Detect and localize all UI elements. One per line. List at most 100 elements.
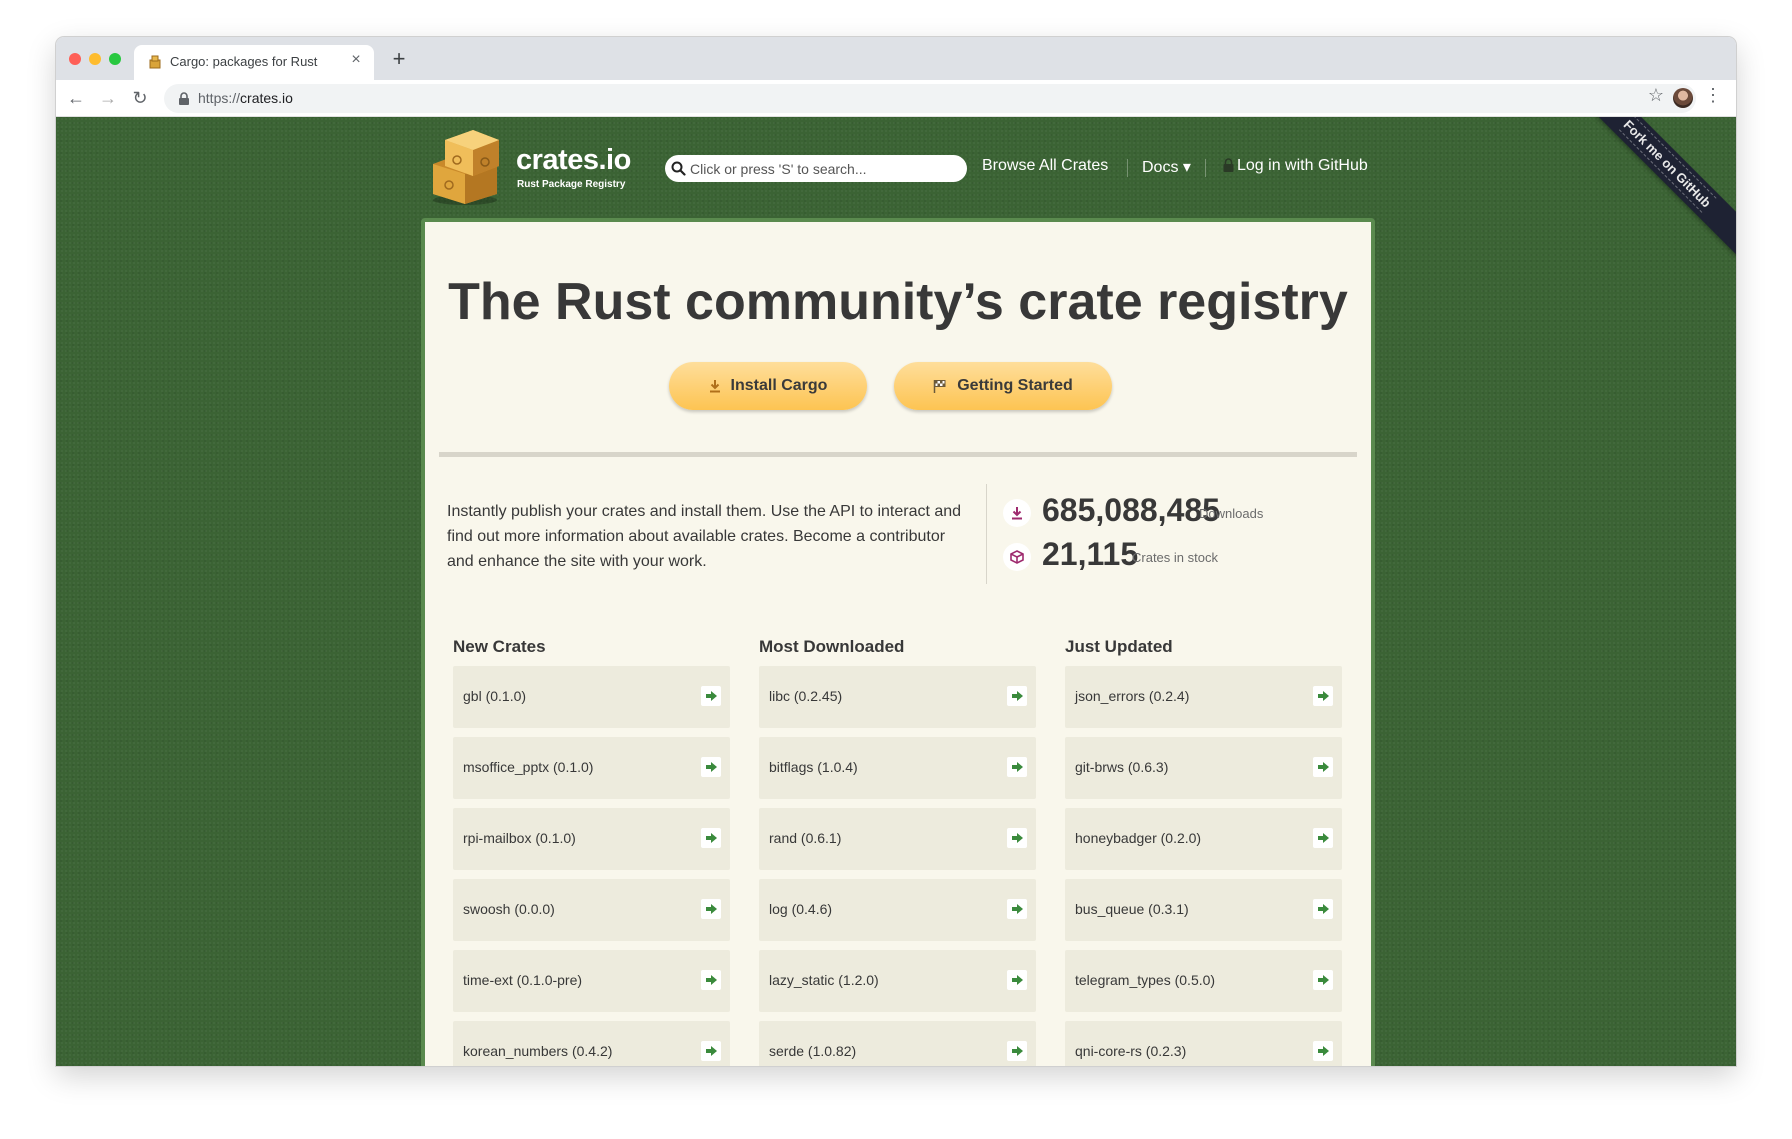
crate-favicon-icon bbox=[149, 55, 161, 69]
lock-icon bbox=[179, 92, 189, 105]
fork-me-ribbon[interactable]: Fork me on GitHub bbox=[1575, 117, 1736, 256]
browse-all-crates-link[interactable]: Browse All Crates bbox=[982, 157, 1108, 175]
crate-list-item[interactable]: rand (0.6.1) bbox=[759, 808, 1036, 870]
hero-title: The Rust community’s crate registry bbox=[448, 273, 1348, 331]
crate-name: time-ext (0.1.0-pre) bbox=[463, 972, 583, 988]
new-tab-button[interactable]: + bbox=[386, 46, 412, 72]
hero-divider bbox=[439, 452, 1357, 457]
downloads-icon bbox=[1003, 499, 1031, 527]
downloads-count: 685,088,485 bbox=[1042, 492, 1220, 528]
arrow-right-icon bbox=[1313, 828, 1333, 848]
crate-name: rand (0.6.1) bbox=[769, 830, 842, 846]
nav-separator bbox=[1205, 159, 1206, 177]
tab-close-icon[interactable]: × bbox=[346, 51, 366, 69]
crate-name: msoffice_pptx (0.1.0) bbox=[463, 759, 594, 775]
getting-started-button[interactable]: Getting Started bbox=[894, 362, 1112, 410]
downloads-label: Downloads bbox=[1199, 506, 1264, 521]
crate-list-item[interactable]: json_errors (0.2.4) bbox=[1065, 666, 1342, 728]
main-panel: The Rust community’s crate registry Inst… bbox=[421, 218, 1375, 1066]
crate-name: gbl (0.1.0) bbox=[463, 688, 527, 704]
crate-name: telegram_types (0.5.0) bbox=[1075, 972, 1216, 988]
arrow-right-icon bbox=[701, 757, 721, 777]
search-input[interactable] bbox=[690, 159, 960, 178]
crate-list-item[interactable]: qni-core-rs (0.2.3) bbox=[1065, 1021, 1342, 1066]
crate-name: json_errors (0.2.4) bbox=[1075, 688, 1190, 704]
crate-list-item[interactable]: korean_numbers (0.4.2) bbox=[453, 1021, 730, 1066]
crate-list-item[interactable]: swoosh (0.0.0) bbox=[453, 879, 730, 941]
crate-list-item[interactable]: gbl (0.1.0) bbox=[453, 666, 730, 728]
arrow-right-icon bbox=[701, 1041, 721, 1061]
arrow-right-icon bbox=[701, 970, 721, 990]
crate-name: korean_numbers (0.4.2) bbox=[463, 1043, 613, 1059]
crate-list-item[interactable]: rpi-mailbox (0.1.0) bbox=[453, 808, 730, 870]
arrow-right-icon bbox=[1313, 686, 1333, 706]
back-icon[interactable]: ← bbox=[64, 86, 88, 110]
search-icon bbox=[671, 161, 686, 176]
arrow-right-icon bbox=[1313, 899, 1333, 919]
arrow-right-icon bbox=[701, 899, 721, 919]
crate-list-item[interactable]: bus_queue (0.3.1) bbox=[1065, 879, 1342, 941]
arrow-right-icon bbox=[1313, 1041, 1333, 1061]
arrow-right-icon bbox=[1007, 757, 1027, 777]
cube-icon bbox=[1003, 543, 1031, 571]
install-cargo-label: Install Cargo bbox=[730, 377, 828, 394]
login-github-link[interactable]: Log in with GitHub bbox=[1237, 157, 1368, 175]
crate-list-item[interactable]: log (0.4.6) bbox=[759, 879, 1036, 941]
crate-name: libc (0.2.45) bbox=[769, 688, 843, 704]
url-text: https://crates.io bbox=[198, 90, 293, 106]
nav-separator bbox=[1127, 159, 1128, 177]
browser-menu-icon[interactable]: ⋮ bbox=[1704, 85, 1722, 106]
crates-logo-icon[interactable] bbox=[429, 122, 503, 206]
crate-name: rpi-mailbox (0.1.0) bbox=[463, 830, 576, 846]
search-box[interactable] bbox=[665, 155, 967, 182]
flag-icon bbox=[933, 379, 946, 393]
column-title-most-downloaded: Most Downloaded bbox=[759, 637, 905, 656]
crate-list-item[interactable]: honeybadger (0.2.0) bbox=[1065, 808, 1342, 870]
column-title-just-updated: Just Updated bbox=[1065, 637, 1173, 656]
browser-tab[interactable]: Cargo: packages for Rust × bbox=[134, 45, 374, 80]
crate-list-item[interactable]: bitflags (1.0.4) bbox=[759, 737, 1036, 799]
column-title-new-crates: New Crates bbox=[453, 637, 546, 656]
crate-name: serde (1.0.82) bbox=[769, 1043, 857, 1059]
browser-toolbar: ← → ↻ https://crates.io ☆ ⋮ bbox=[56, 80, 1736, 117]
reload-icon[interactable]: ↻ bbox=[128, 86, 152, 110]
arrow-right-icon bbox=[1007, 899, 1027, 919]
crate-list-item[interactable]: lazy_static (1.2.0) bbox=[759, 950, 1036, 1012]
crate-list-item[interactable]: serde (1.0.82) bbox=[759, 1021, 1036, 1066]
docs-dropdown[interactable]: Docs ▾ bbox=[1142, 157, 1191, 177]
minimize-window-button[interactable] bbox=[89, 53, 101, 65]
crate-list-item[interactable]: libc (0.2.45) bbox=[759, 666, 1036, 728]
arrow-right-icon bbox=[1007, 686, 1027, 706]
crate-name: bus_queue (0.3.1) bbox=[1075, 901, 1189, 917]
crate-name: bitflags (1.0.4) bbox=[769, 759, 858, 775]
crates-label: Crates in stock bbox=[1132, 550, 1218, 565]
download-icon bbox=[709, 380, 720, 393]
crate-name: qni-core-rs (0.2.3) bbox=[1075, 1043, 1187, 1059]
fork-me-label: Fork me on GitHub bbox=[1618, 117, 1717, 213]
crate-list-item[interactable]: time-ext (0.1.0-pre) bbox=[453, 950, 730, 1012]
crate-list-item[interactable]: msoffice_pptx (0.1.0) bbox=[453, 737, 730, 799]
logo-title[interactable]: crates.io bbox=[516, 144, 631, 177]
close-window-button[interactable] bbox=[69, 53, 81, 65]
page-viewport: Fork me on GitHub crates.io Rust Package… bbox=[56, 117, 1736, 1066]
maximize-window-button[interactable] bbox=[109, 53, 121, 65]
bookmark-star-icon[interactable]: ☆ bbox=[1648, 85, 1664, 106]
address-bar[interactable]: https://crates.io bbox=[164, 84, 1696, 113]
browser-window: Cargo: packages for Rust × + ← → ↻ https… bbox=[56, 37, 1736, 1066]
url-host: crates.io bbox=[240, 90, 293, 106]
forward-icon[interactable]: → bbox=[96, 86, 120, 110]
crate-name: honeybadger (0.2.0) bbox=[1075, 830, 1202, 846]
arrow-right-icon bbox=[701, 686, 721, 706]
crate-name: git-brws (0.6.3) bbox=[1075, 759, 1169, 775]
install-cargo-button[interactable]: Install Cargo bbox=[669, 362, 867, 410]
crate-name: swoosh (0.0.0) bbox=[463, 901, 555, 917]
intro-text: Instantly publish your crates and instal… bbox=[447, 503, 962, 570]
crate-name: lazy_static (1.2.0) bbox=[769, 972, 879, 988]
crate-list-item[interactable]: telegram_types (0.5.0) bbox=[1065, 950, 1342, 1012]
arrow-right-icon bbox=[1007, 828, 1027, 848]
crate-list-item[interactable]: git-brws (0.6.3) bbox=[1065, 737, 1342, 799]
login-lock-icon bbox=[1223, 158, 1234, 172]
arrow-right-icon bbox=[701, 828, 721, 848]
profile-avatar[interactable] bbox=[1673, 88, 1693, 108]
arrow-right-icon bbox=[1313, 757, 1333, 777]
